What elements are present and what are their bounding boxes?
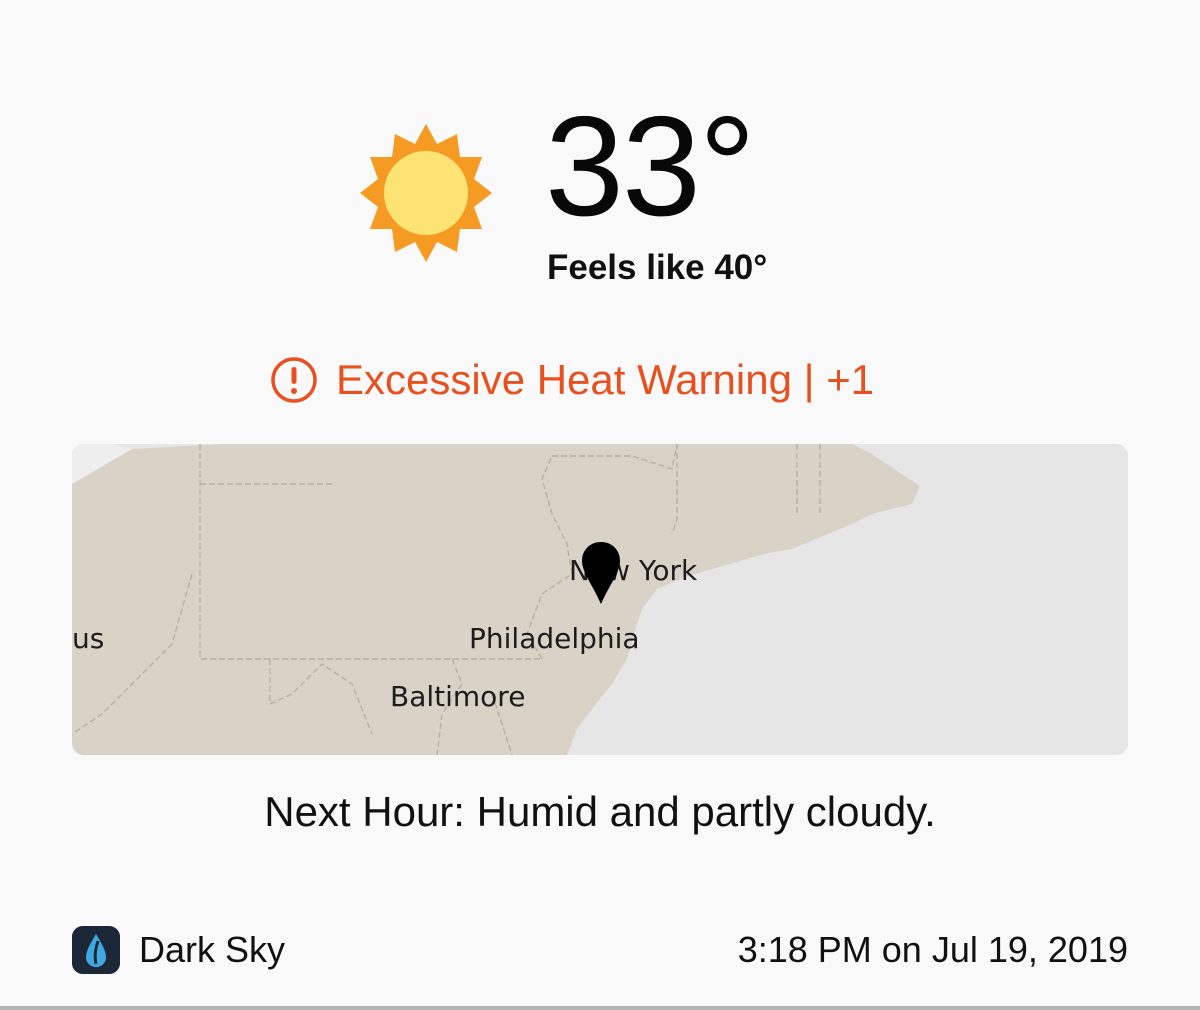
city-label-baltimore: Baltimore xyxy=(390,680,526,713)
radar-map[interactable]: us New York Philadelphia Baltimore xyxy=(72,444,1128,755)
heat-warning-alert[interactable]: Excessive Heat Warning | +1 xyxy=(270,354,874,406)
dark-sky-app-icon xyxy=(72,926,120,974)
sun-icon xyxy=(358,122,494,264)
divider xyxy=(0,1006,1200,1010)
city-label-columbus: us xyxy=(72,622,105,655)
feels-like-temperature: Feels like 40° xyxy=(547,248,768,287)
exclamation-circle-icon xyxy=(270,356,318,404)
location-pin-icon xyxy=(582,542,620,606)
app-name: Dark Sky xyxy=(139,929,286,970)
timestamp: 3:18 PM on Jul 19, 2019 xyxy=(737,929,1128,970)
temperature: 33° xyxy=(545,87,756,246)
next-hour-forecast: Next Hour: Humid and partly cloudy. xyxy=(264,788,936,835)
city-label-philadelphia: Philadelphia xyxy=(469,622,640,655)
warning-label: Excessive Heat Warning | +1 xyxy=(336,356,875,403)
